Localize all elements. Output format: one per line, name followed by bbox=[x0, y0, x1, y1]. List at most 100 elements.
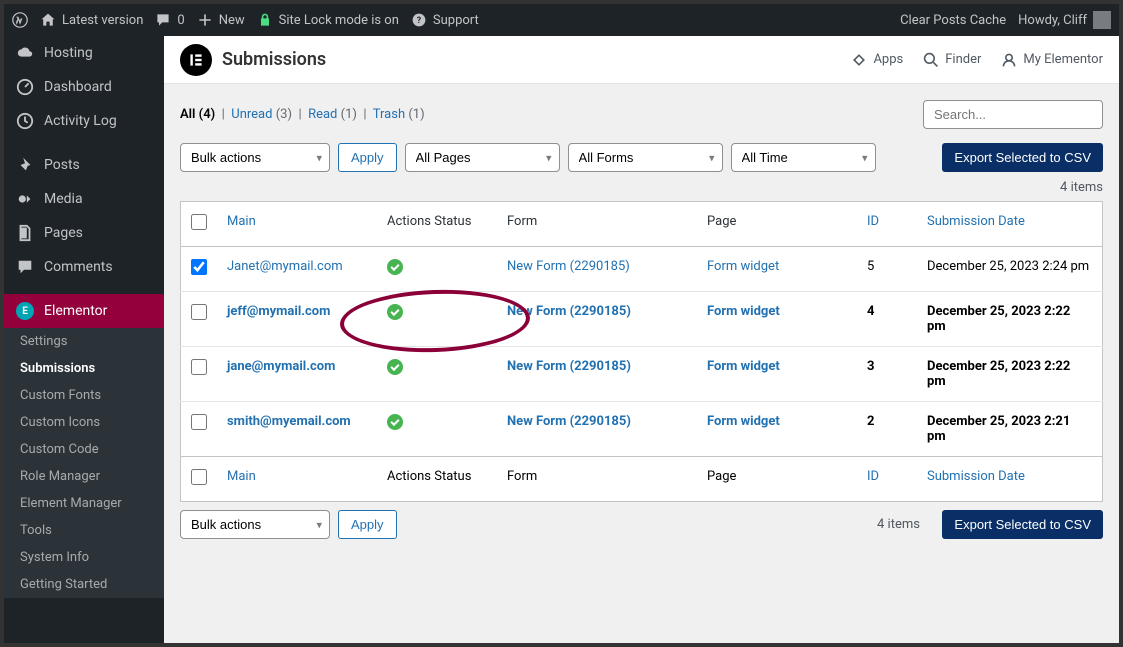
row-date: December 25, 2023 2:22 pm bbox=[927, 304, 1070, 334]
comments-bubble[interactable]: 0 bbox=[155, 12, 184, 28]
support-link[interactable]: ? Support bbox=[411, 12, 479, 28]
select-all-checkbox-foot[interactable] bbox=[191, 469, 207, 485]
admin-sidebar: Hosting Dashboard Activity Log Posts Med… bbox=[4, 36, 164, 643]
row-form[interactable]: New Form (2290185) bbox=[507, 259, 630, 274]
items-count: 4 items bbox=[180, 180, 1103, 195]
home-icon bbox=[40, 12, 56, 28]
howdy-user[interactable]: Howdy, Cliff bbox=[1018, 11, 1111, 29]
table-row: Janet@mymail.com New Form (2290185) Form w… bbox=[181, 247, 1103, 292]
col-page: Page bbox=[707, 214, 736, 229]
col-id[interactable]: ID bbox=[867, 214, 879, 229]
status-ok-icon bbox=[387, 414, 403, 430]
filter-trash[interactable]: Trash bbox=[373, 107, 405, 122]
submenu-system-info[interactable]: System Info bbox=[4, 544, 164, 571]
comment-icon bbox=[16, 258, 34, 276]
wordpress-icon bbox=[12, 12, 28, 28]
submenu-role-manager[interactable]: Role Manager bbox=[4, 463, 164, 490]
col-status-foot: Actions Status bbox=[387, 469, 471, 484]
submenu-custom-fonts[interactable]: Custom Fonts bbox=[4, 382, 164, 409]
apps-link[interactable]: Apps bbox=[851, 52, 903, 68]
status-ok-icon bbox=[387, 259, 403, 275]
time-filter[interactable]: All Time bbox=[731, 143, 876, 172]
sidebar-item-pages[interactable]: Pages bbox=[4, 216, 164, 250]
submenu-custom-icons[interactable]: Custom Icons bbox=[4, 409, 164, 436]
forms-filter[interactable]: All Forms bbox=[568, 143, 723, 172]
page-title: Submissions bbox=[222, 49, 326, 70]
sidebar-item-posts[interactable]: Posts bbox=[4, 148, 164, 182]
row-form[interactable]: New Form (2290185) bbox=[507, 359, 631, 374]
row-main[interactable]: jeff@mymail.com bbox=[227, 304, 330, 319]
page-topbar: Submissions Apps Finder My Elementor bbox=[164, 36, 1119, 84]
col-date-foot[interactable]: Submission Date bbox=[927, 469, 1025, 484]
col-status: Actions Status bbox=[387, 214, 471, 229]
plus-icon bbox=[197, 12, 213, 28]
filter-all[interactable]: All (4) bbox=[180, 107, 215, 122]
table-row: jane@mymail.com New Form (2290185) Form wi… bbox=[181, 347, 1103, 402]
select-all-checkbox[interactable] bbox=[191, 214, 207, 230]
wp-logo[interactable] bbox=[12, 12, 28, 28]
col-date[interactable]: Submission Date bbox=[927, 214, 1025, 229]
row-form[interactable]: New Form (2290185) bbox=[507, 414, 631, 429]
row-main[interactable]: Janet@mymail.com bbox=[227, 259, 343, 274]
media-icon bbox=[16, 190, 34, 208]
apps-icon bbox=[851, 52, 867, 68]
submenu-element-manager[interactable]: Element Manager bbox=[4, 490, 164, 517]
svg-text:?: ? bbox=[417, 16, 422, 26]
row-page[interactable]: Form widget bbox=[707, 259, 779, 274]
apply-button[interactable]: Apply bbox=[338, 143, 397, 172]
row-form[interactable]: New Form (2290185) bbox=[507, 304, 631, 319]
col-page-foot: Page bbox=[707, 469, 736, 484]
submenu-submissions[interactable]: Submissions bbox=[4, 355, 164, 382]
table-row: smith@myemail.com New Form (2290185) Form … bbox=[181, 402, 1103, 457]
row-checkbox[interactable] bbox=[191, 359, 207, 375]
my-elementor-link[interactable]: My Elementor bbox=[1001, 52, 1103, 68]
sidebar-item-dashboard[interactable]: Dashboard bbox=[4, 70, 164, 104]
col-id-foot[interactable]: ID bbox=[867, 469, 879, 484]
row-id: 5 bbox=[867, 259, 874, 274]
submenu-settings[interactable]: Settings bbox=[4, 328, 164, 355]
search-icon bbox=[923, 52, 939, 68]
submenu-getting-started[interactable]: Getting Started bbox=[4, 571, 164, 598]
row-id: 3 bbox=[867, 359, 874, 374]
filter-read[interactable]: Read bbox=[308, 107, 337, 122]
bulk-actions-select[interactable]: Bulk actions bbox=[180, 143, 330, 172]
sidebar-item-activity[interactable]: Activity Log bbox=[4, 104, 164, 138]
sidebar-item-comments[interactable]: Comments bbox=[4, 250, 164, 284]
gauge-icon bbox=[16, 78, 34, 96]
sidebar-item-media[interactable]: Media bbox=[4, 182, 164, 216]
sidebar-item-hosting[interactable]: Hosting bbox=[4, 36, 164, 70]
site-home[interactable]: Latest version bbox=[40, 12, 143, 28]
lock-icon bbox=[257, 12, 273, 28]
row-checkbox[interactable] bbox=[191, 304, 207, 320]
row-id: 4 bbox=[867, 304, 874, 319]
submenu-custom-code[interactable]: Custom Code bbox=[4, 436, 164, 463]
row-page[interactable]: Form widget bbox=[707, 359, 780, 374]
comment-icon bbox=[155, 12, 171, 28]
filter-unread[interactable]: Unread bbox=[231, 107, 272, 122]
row-page[interactable]: Form widget bbox=[707, 304, 780, 319]
apply-button-bottom[interactable]: Apply bbox=[338, 510, 397, 539]
col-main[interactable]: Main bbox=[227, 214, 256, 229]
col-main-foot[interactable]: Main bbox=[227, 469, 256, 484]
row-checkbox[interactable] bbox=[191, 414, 207, 430]
search-input[interactable] bbox=[923, 100, 1103, 129]
bulk-actions-select-bottom[interactable]: Bulk actions bbox=[180, 510, 330, 539]
export-button-bottom[interactable]: Export Selected to CSV bbox=[942, 510, 1103, 539]
elementor-icon: E bbox=[16, 302, 34, 320]
clear-cache[interactable]: Clear Posts Cache bbox=[900, 13, 1006, 28]
row-id: 2 bbox=[867, 414, 874, 429]
sidebar-item-elementor[interactable]: E Elementor bbox=[4, 294, 164, 328]
row-main[interactable]: smith@myemail.com bbox=[227, 414, 351, 429]
row-main[interactable]: jane@mymail.com bbox=[227, 359, 335, 374]
new-button[interactable]: New bbox=[197, 12, 245, 28]
row-page[interactable]: Form widget bbox=[707, 414, 780, 429]
submenu-tools[interactable]: Tools bbox=[4, 517, 164, 544]
finder-link[interactable]: Finder bbox=[923, 52, 981, 68]
row-checkbox[interactable] bbox=[191, 259, 207, 275]
row-date: December 25, 2023 2:24 pm bbox=[927, 259, 1089, 274]
export-button[interactable]: Export Selected to CSV bbox=[942, 143, 1103, 172]
page-icon bbox=[16, 224, 34, 242]
pages-filter[interactable]: All Pages bbox=[405, 143, 560, 172]
avatar bbox=[1093, 11, 1111, 29]
site-lock[interactable]: Site Lock mode is on bbox=[257, 12, 399, 28]
